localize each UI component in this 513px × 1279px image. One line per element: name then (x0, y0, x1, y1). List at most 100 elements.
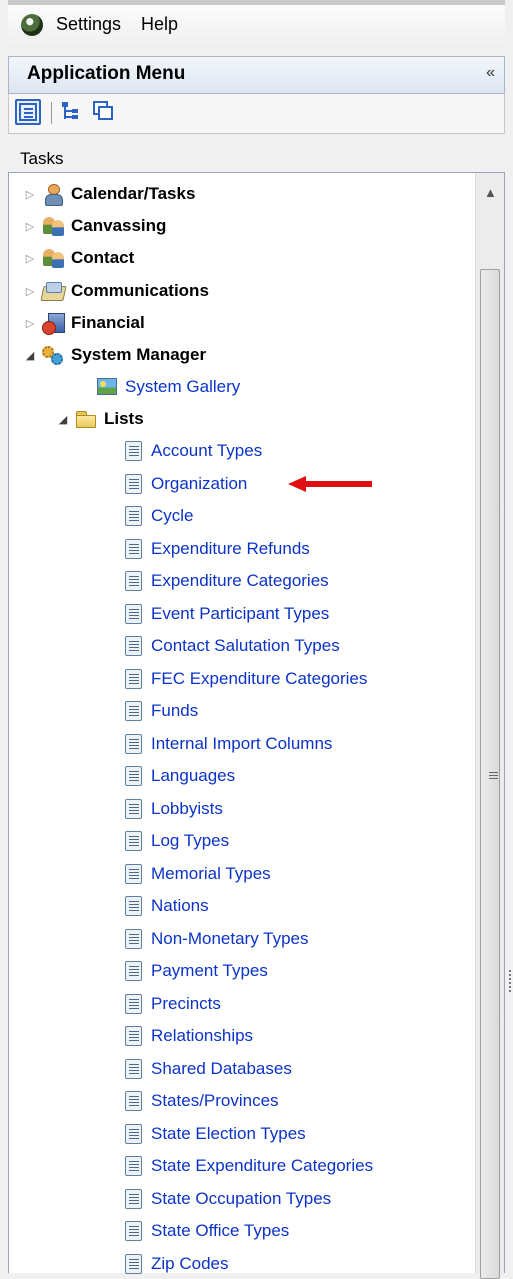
list-document-icon (121, 1123, 145, 1145)
list-item[interactable]: Expenditure Refunds (118, 534, 310, 564)
list-item[interactable]: Expenditure Categories (118, 566, 329, 596)
node-label: Internal Import Columns (151, 734, 333, 753)
node-label: Contact (71, 248, 135, 267)
node-label: Communications (71, 281, 209, 300)
expand-arrow-icon[interactable]: ▷ (22, 252, 38, 265)
node-label: Relationships (151, 1026, 254, 1045)
list-item[interactable]: Nations (118, 891, 209, 921)
list-item[interactable]: Zip Codes (118, 1249, 228, 1279)
list-document-icon (121, 798, 145, 820)
node-label: Canvassing (71, 216, 167, 235)
list-item[interactable]: Cycle (118, 501, 194, 531)
scrollbar-thumb[interactable] (480, 269, 500, 1279)
panel-title: Application Menu (27, 63, 186, 84)
list-document-icon (121, 603, 145, 625)
node-label: Calendar/Tasks (71, 184, 196, 203)
node-label: Nations (151, 896, 209, 915)
list-document-icon (121, 440, 145, 462)
expand-arrow-icon[interactable]: ▷ (22, 285, 38, 298)
node-label: State Election Types (151, 1124, 306, 1143)
tree-node-financial[interactable]: ▷ Financial (22, 308, 145, 338)
list-item[interactable]: FEC Expenditure Categories (118, 664, 367, 694)
list-document-icon (121, 635, 145, 657)
list-item[interactable]: Log Types (118, 826, 229, 856)
list-document-icon (121, 1253, 145, 1275)
list-item[interactable]: Account Types (118, 436, 262, 466)
collapse-arrow-icon[interactable]: ◢ (22, 349, 38, 362)
list-document-icon (121, 960, 145, 982)
list-item[interactable]: Precincts (118, 989, 221, 1019)
node-label: Financial (71, 313, 145, 332)
list-item[interactable]: Internal Import Columns (118, 729, 332, 759)
tree-view-icon[interactable] (15, 99, 41, 125)
list-item[interactable]: Memorial Types (118, 859, 271, 889)
list-item[interactable]: Payment Types (118, 956, 268, 986)
list-item[interactable]: Contact Salutation Types (118, 631, 340, 661)
list-document-icon (121, 668, 145, 690)
person-icon (41, 183, 65, 206)
folder-icon (74, 408, 98, 430)
people-icon (41, 215, 65, 237)
list-item[interactable]: Lobbyists (118, 794, 223, 824)
node-label: Log Types (151, 831, 230, 850)
tree-scrollbar[interactable]: ▲ (475, 173, 504, 1279)
list-item[interactable]: States/Provinces (118, 1086, 279, 1116)
list-item[interactable]: Non-Monetary Types (118, 924, 308, 954)
expand-arrow-icon[interactable]: ▷ (22, 317, 38, 330)
menu-bar: Settings Help (8, 0, 505, 44)
list-document-icon (121, 570, 145, 592)
toolbar-separator (51, 102, 52, 124)
list-item[interactable]: Organization (118, 469, 247, 499)
list-document-icon (121, 895, 145, 917)
tree-node-lists[interactable]: ◢ Lists (55, 404, 144, 434)
list-item[interactable]: Shared Databases (118, 1054, 292, 1084)
scroll-up-icon[interactable]: ▲ (484, 185, 497, 200)
node-label: Funds (151, 701, 199, 720)
list-document-icon (121, 993, 145, 1015)
tasks-label: Tasks (20, 149, 64, 168)
gears-icon (41, 344, 65, 366)
panel-toolbar (8, 94, 505, 134)
node-label: Lobbyists (151, 799, 223, 818)
hierarchy-icon[interactable] (59, 99, 85, 125)
node-label: State Office Types (151, 1221, 290, 1240)
node-label: Non-Monetary Types (151, 929, 309, 948)
tree-node-system-gallery[interactable]: System Gallery (92, 372, 240, 402)
expand-arrow-icon[interactable]: ▷ (22, 220, 38, 233)
list-item[interactable]: Relationships (118, 1021, 253, 1051)
tree-node-calendar-tasks[interactable]: ▷ Calendar/Tasks (22, 179, 195, 209)
node-label: Organization (151, 474, 248, 493)
list-item[interactable]: State Election Types (118, 1119, 306, 1149)
splitter-grip[interactable] (509, 970, 511, 972)
people-icon (41, 247, 65, 269)
menu-help[interactable]: Help (141, 14, 178, 35)
collapse-panel-icon[interactable]: « (486, 64, 495, 82)
list-item[interactable]: Funds (118, 696, 198, 726)
list-item[interactable]: State Expenditure Categories (118, 1151, 373, 1181)
gallery-icon (95, 376, 119, 398)
node-label: Lists (104, 409, 144, 428)
collapse-arrow-icon[interactable]: ◢ (55, 413, 71, 426)
list-document-icon (121, 1155, 145, 1177)
list-item[interactable]: Event Participant Types (118, 599, 329, 629)
node-label: Shared Databases (151, 1059, 292, 1078)
tree-node-contact[interactable]: ▷ Contact (22, 243, 134, 273)
list-document-icon (121, 1188, 145, 1210)
tree-node-canvassing[interactable]: ▷ Canvassing (22, 211, 166, 241)
menu-settings[interactable]: Settings (56, 14, 121, 35)
list-document-icon (121, 538, 145, 560)
list-document-icon (121, 1090, 145, 1112)
list-item[interactable]: State Occupation Types (118, 1184, 331, 1214)
list-document-icon (121, 700, 145, 722)
node-label: States/Provinces (151, 1091, 279, 1110)
list-item[interactable]: Languages (118, 761, 235, 791)
windows-icon[interactable] (91, 99, 117, 125)
tree-node-communications[interactable]: ▷ Communications (22, 276, 209, 306)
annotation-arrow (288, 476, 372, 492)
tree-node-system-manager[interactable]: ◢ System Manager (22, 340, 206, 370)
expand-arrow-icon[interactable]: ▷ (22, 188, 38, 201)
node-label: Expenditure Refunds (151, 539, 310, 558)
node-label: Cycle (151, 506, 194, 525)
app-logo-icon[interactable] (21, 14, 43, 36)
list-item[interactable]: State Office Types (118, 1216, 289, 1246)
